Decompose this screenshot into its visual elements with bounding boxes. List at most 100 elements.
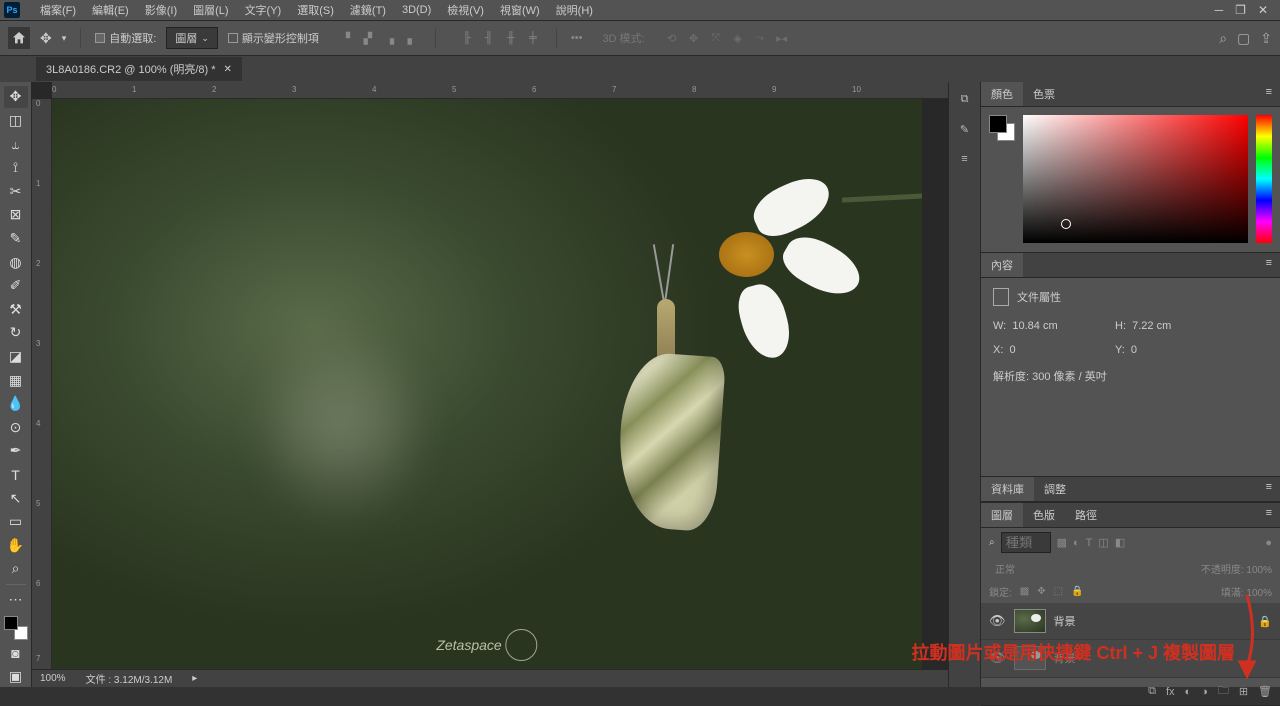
quick-select-tool[interactable]: ⟟: [4, 157, 28, 179]
filter-smart-icon[interactable]: ◧: [1115, 536, 1125, 549]
edit-toolbar-icon[interactable]: ⋯: [4, 589, 28, 611]
menu-type[interactable]: 文字(Y): [237, 2, 290, 18]
hue-slider[interactable]: [1256, 115, 1272, 243]
marquee-tool[interactable]: ◫: [4, 110, 28, 132]
layer-thumbnail[interactable]: [1014, 609, 1046, 633]
canvas[interactable]: Zetaspace: [52, 99, 948, 669]
close-icon[interactable]: ✕: [1258, 3, 1268, 17]
show-transform-checkbox[interactable]: 顯示變形控制項: [228, 30, 319, 46]
panel-menu-icon[interactable]: ≡: [1258, 477, 1280, 501]
zoom-level[interactable]: 100%: [40, 673, 66, 684]
tab-adjustments[interactable]: 調整: [1034, 477, 1076, 501]
new-group-icon[interactable]: 🗀: [1218, 682, 1229, 701]
menu-image[interactable]: 影像(I): [137, 2, 185, 18]
minimize-icon[interactable]: ─: [1215, 3, 1224, 17]
layer-mask-icon[interactable]: ◐: [1185, 686, 1192, 698]
pen-tool[interactable]: ✒: [4, 440, 28, 462]
filter-pixel-icon[interactable]: ▩: [1057, 536, 1067, 549]
align-top-icon[interactable]: ▝: [337, 29, 355, 47]
color-swatch-mini[interactable]: [989, 115, 1015, 141]
filter-toggle-icon[interactable]: ●: [1265, 537, 1272, 549]
tab-channels[interactable]: 色版: [1023, 503, 1065, 527]
lock-position-icon[interactable]: ✥: [1037, 586, 1045, 597]
healing-tool[interactable]: ◍: [4, 251, 28, 273]
zoom-tool[interactable]: ⌕: [4, 558, 28, 580]
new-fill-icon[interactable]: ◑: [1201, 686, 1208, 698]
distribute-vcenter-icon[interactable]: ╢: [480, 29, 498, 47]
screenmode-icon[interactable]: ▣: [4, 666, 28, 688]
clone-stamp-tool[interactable]: ⚒: [4, 298, 28, 320]
tab-swatches[interactable]: 色票: [1023, 82, 1065, 106]
distribute-bottom-icon[interactable]: ╫: [502, 29, 520, 47]
panel-menu-icon[interactable]: ≡: [1258, 82, 1280, 106]
tab-paths[interactable]: 路徑: [1065, 503, 1107, 527]
history-brush-tool[interactable]: ↻: [4, 322, 28, 344]
adjustments-panel-icon[interactable]: ≡: [956, 150, 974, 168]
color-swatches[interactable]: [4, 616, 28, 640]
dodge-tool[interactable]: ⊙: [4, 417, 28, 439]
frame-tool[interactable]: ⊠: [4, 204, 28, 226]
tab-properties[interactable]: 內容: [981, 253, 1023, 277]
tab-layers[interactable]: 圖層: [981, 503, 1023, 527]
brush-tool[interactable]: ✐: [4, 275, 28, 297]
tab-close-icon[interactable]: ✕: [224, 64, 232, 75]
path-select-tool[interactable]: ↖: [4, 487, 28, 509]
auto-select-checkbox[interactable]: 自動選取:: [95, 30, 156, 46]
crop-tool[interactable]: ✂: [4, 180, 28, 202]
maximize-icon[interactable]: ❐: [1235, 3, 1246, 17]
filter-type-icon[interactable]: T: [1086, 537, 1093, 549]
lock-artboard-icon[interactable]: ⬚: [1054, 586, 1063, 597]
layer-style-icon[interactable]: fx: [1166, 686, 1175, 698]
lasso-tool[interactable]: ⥿: [4, 133, 28, 155]
history-panel-icon[interactable]: ⧉: [956, 90, 974, 108]
document-image[interactable]: Zetaspace: [52, 99, 922, 669]
distribute-top-icon[interactable]: ╟: [458, 29, 476, 47]
quickmask-icon[interactable]: ◙: [4, 642, 28, 664]
menu-edit[interactable]: 編輯(E): [84, 2, 137, 18]
lock-pixels-icon[interactable]: ▩: [1020, 586, 1029, 597]
move-tool[interactable]: ✥: [4, 86, 28, 108]
color-picker-field[interactable]: [1023, 115, 1248, 243]
doc-info[interactable]: 文件 : 3.12M/3.12M: [86, 671, 173, 686]
more-align-icon[interactable]: •••: [571, 32, 583, 44]
align-vcenter-icon[interactable]: ▞: [359, 29, 377, 47]
menu-view[interactable]: 檢視(V): [439, 2, 492, 18]
panel-menu-icon[interactable]: ≡: [1258, 503, 1280, 527]
distribute-left-icon[interactable]: ╪: [524, 29, 542, 47]
share-icon[interactable]: ⇪: [1260, 30, 1272, 47]
menu-file[interactable]: 檔案(F): [32, 2, 84, 18]
eraser-tool[interactable]: ◪: [4, 346, 28, 368]
filter-adjust-icon[interactable]: ◐: [1073, 537, 1080, 549]
brush-panel-icon[interactable]: ✎: [956, 120, 974, 138]
visibility-icon[interactable]: 👁: [989, 613, 1006, 629]
panel-menu-icon[interactable]: ≡: [1258, 253, 1280, 277]
eyedropper-tool[interactable]: ✎: [4, 228, 28, 250]
menu-filter[interactable]: 濾鏡(T): [342, 2, 394, 18]
filter-shape-icon[interactable]: ◫: [1098, 536, 1108, 549]
menu-window[interactable]: 視窗(W): [492, 2, 548, 18]
document-tab[interactable]: 3L8A0186.CR2 @ 100% (明亮/8) * ✕: [36, 57, 242, 81]
ruler-vertical[interactable]: 01234567: [32, 99, 52, 669]
tab-library[interactable]: 資料庫: [981, 477, 1034, 501]
shape-tool[interactable]: ▭: [4, 511, 28, 533]
menu-layer[interactable]: 圖層(L): [185, 2, 236, 18]
home-button[interactable]: [8, 27, 30, 49]
dropdown-arrow-icon[interactable]: ▾: [62, 33, 67, 44]
search-icon[interactable]: ⌕: [1219, 30, 1227, 47]
menu-help[interactable]: 說明(H): [548, 2, 601, 18]
align-left-icon[interactable]: ▖: [403, 29, 421, 47]
menu-select[interactable]: 選取(S): [289, 2, 342, 18]
layer-filter-input[interactable]: [1001, 532, 1051, 553]
status-arrow-icon[interactable]: ▸: [192, 673, 197, 684]
auto-select-target-dropdown[interactable]: 圖層 ⌄: [166, 27, 218, 49]
align-bottom-icon[interactable]: ▗: [381, 29, 399, 47]
gradient-tool[interactable]: ▦: [4, 369, 28, 391]
quick-layout-icon[interactable]: ▢: [1237, 30, 1250, 47]
lock-all-icon[interactable]: 🔒: [1071, 586, 1083, 597]
layer-name[interactable]: 背景: [1054, 613, 1076, 629]
type-tool[interactable]: T: [4, 464, 28, 486]
blur-tool[interactable]: 💧: [4, 393, 28, 415]
hand-tool[interactable]: ✋: [4, 535, 28, 557]
menu-3d[interactable]: 3D(D): [394, 4, 439, 16]
tab-color[interactable]: 顏色: [981, 82, 1023, 106]
